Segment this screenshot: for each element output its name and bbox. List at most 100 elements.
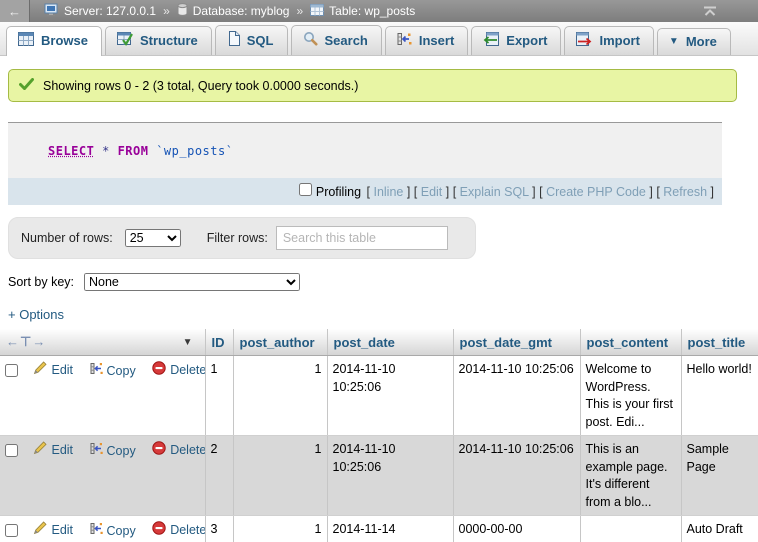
cell-id: 1 <box>205 356 233 436</box>
cell-post-title: Sample Page <box>681 436 758 516</box>
tab-more[interactable]: ▼ More <box>657 28 731 55</box>
tab-structure[interactable]: Structure <box>105 26 212 55</box>
collapse-top-icon[interactable] <box>702 6 718 17</box>
column-header-post_author[interactable]: post_author <box>233 329 327 356</box>
sql-table-name: `wp_posts` <box>156 144 233 158</box>
delete-link[interactable]: Delete <box>152 521 205 541</box>
breadcrumb-server[interactable]: Server: 127.0.0.1 <box>64 4 156 18</box>
tab-label: Import <box>599 33 639 48</box>
copy-icon <box>90 442 103 461</box>
tab-browse[interactable]: Browse <box>6 26 102 56</box>
copy-link[interactable]: Copy <box>90 362 136 381</box>
tab-label: SQL <box>247 33 274 48</box>
edit-link[interactable]: Edit <box>33 361 73 381</box>
sort-caret-icon[interactable]: ▼ <box>183 337 193 348</box>
table-row: Edit Copy Delete 2 1 2014-11-10 10:25:06… <box>0 436 758 516</box>
profiling-link-refresh[interactable]: Refresh <box>663 185 707 199</box>
profiling-link-edit[interactable]: Edit <box>421 185 443 199</box>
insert-icon <box>397 32 412 49</box>
status-message: Showing rows 0 - 2 (3 total, Query took … <box>8 69 737 102</box>
cell-post-content: This is an example page. It's different … <box>580 436 681 516</box>
cell-post-date: 2014-11-14 06:33:38 <box>327 516 453 542</box>
row-actions-cell: Edit Copy Delete <box>0 356 205 436</box>
cell-post-date-gmt: 0000-00-00 00:00:00 <box>453 516 580 542</box>
rows-count-select[interactable]: 25 <box>125 229 181 247</box>
tab-label: Browse <box>41 33 88 48</box>
sort-by-key-label: Sort by key: <box>8 275 74 289</box>
search-icon <box>303 31 318 49</box>
back-button[interactable]: ← <box>0 0 30 22</box>
sql-star: * <box>102 144 110 158</box>
profiling-links: [ Inline ] [ Edit ] [ Explain SQL ] [ Cr… <box>367 185 714 199</box>
chevron-down-icon: ▼ <box>669 36 679 47</box>
cell-id: 2 <box>205 436 233 516</box>
tab-bar: Browse Structure SQL Search Insert Expor… <box>0 22 758 56</box>
profiling-action: [ Explain SQL ] <box>449 185 535 199</box>
filter-rows-input[interactable] <box>276 226 448 250</box>
delete-link[interactable]: Delete <box>152 441 205 461</box>
profiling-checkbox[interactable] <box>299 183 312 196</box>
copy-label: Copy <box>107 363 136 381</box>
results-header-row: ←⊤→ ▼ IDpost_authorpost_datepost_date_gm… <box>0 329 758 356</box>
profiling-action: [ Refresh ] <box>653 185 714 199</box>
row-checkbox[interactable] <box>5 524 18 537</box>
cell-post-author: 1 <box>233 516 327 542</box>
copy-icon <box>90 522 103 541</box>
edit-label: Edit <box>51 522 73 540</box>
delete-link[interactable]: Delete <box>152 361 205 381</box>
tab-import[interactable]: Import <box>564 26 653 55</box>
copy-link[interactable]: Copy <box>90 522 136 541</box>
breadcrumb-bar: ← Server: 127.0.0.1 » Database: myblog »… <box>0 0 758 22</box>
cell-post-title: Auto Draft <box>681 516 758 542</box>
delete-label: Delete <box>170 362 205 380</box>
sql-keyword-select[interactable]: SELECT <box>48 144 94 158</box>
delete-icon <box>152 361 166 381</box>
row-checkbox[interactable] <box>5 364 18 377</box>
tab-search[interactable]: Search <box>291 25 382 55</box>
options-toggle[interactable]: + Options <box>8 307 64 322</box>
sort-by-key-select[interactable]: None <box>84 273 300 291</box>
delete-icon <box>152 521 166 541</box>
cell-id: 3 <box>205 516 233 542</box>
sql-icon <box>227 31 240 49</box>
tab-label: Structure <box>140 33 198 48</box>
edit-label: Edit <box>51 362 73 380</box>
cell-post-date-gmt: 2014-11-10 10:25:06 <box>453 356 580 436</box>
cell-post-author: 1 <box>233 436 327 516</box>
profiling-link-explain-sql[interactable]: Explain SQL <box>460 185 529 199</box>
browse-icon <box>18 32 34 49</box>
copy-link[interactable]: Copy <box>90 442 136 461</box>
row-controls: Number of rows: 25 Filter rows: <box>8 217 476 259</box>
delete-icon <box>152 441 166 461</box>
delete-label: Delete <box>170 522 205 540</box>
transpose-icon[interactable]: ←⊤→ <box>6 334 46 350</box>
tab-export[interactable]: Export <box>471 26 561 55</box>
copy-label: Copy <box>107 443 136 461</box>
tab-label: Search <box>325 33 368 48</box>
tab-sql[interactable]: SQL <box>215 25 288 55</box>
breadcrumb: Server: 127.0.0.1 » Database: myblog » T… <box>44 3 702 20</box>
profiling-link-create-php-code[interactable]: Create PHP Code <box>546 185 646 199</box>
breadcrumb-database[interactable]: Database: myblog <box>193 4 290 18</box>
header-corner-cell: ←⊤→ ▼ <box>0 329 205 356</box>
edit-link[interactable]: Edit <box>33 441 73 461</box>
row-checkbox[interactable] <box>5 444 18 457</box>
tab-insert[interactable]: Insert <box>385 26 468 55</box>
server-icon <box>44 3 59 20</box>
column-header-post_content[interactable]: post_content <box>580 329 681 356</box>
column-header-id[interactable]: ID <box>205 329 233 356</box>
structure-icon <box>117 32 133 49</box>
profiling-action: [ Create PHP Code ] <box>536 185 653 199</box>
profiling-label[interactable]: Profiling <box>316 185 361 199</box>
column-header-post_date_gmt[interactable]: post_date_gmt <box>453 329 580 356</box>
column-header-post_title[interactable]: post_title <box>681 329 758 356</box>
column-header-post_date[interactable]: post_date <box>327 329 453 356</box>
breadcrumb-table[interactable]: Table: wp_posts <box>329 4 415 18</box>
edit-link[interactable]: Edit <box>33 521 73 541</box>
tab-label: Export <box>506 33 547 48</box>
edit-label: Edit <box>51 442 73 460</box>
cell-post-date: 2014-11-10 10:25:06 <box>327 436 453 516</box>
copy-icon <box>90 362 103 381</box>
cell-post-date: 2014-11-10 10:25:06 <box>327 356 453 436</box>
profiling-link-inline[interactable]: Inline <box>373 185 403 199</box>
